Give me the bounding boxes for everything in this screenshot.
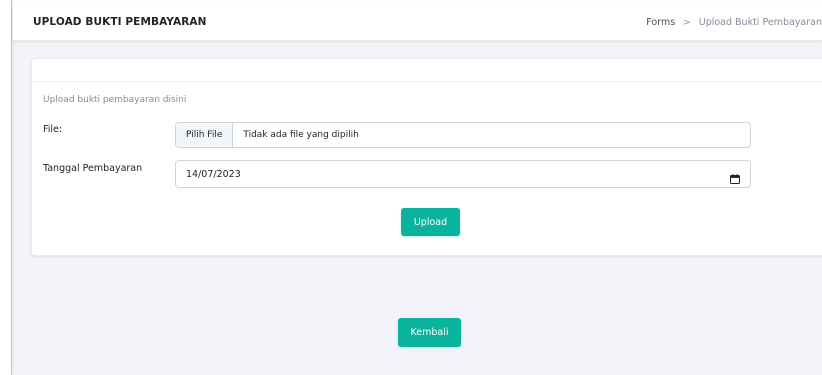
file-label: File: bbox=[43, 124, 63, 135]
upload-button[interactable]: Upload bbox=[401, 208, 460, 236]
breadcrumb-current: Upload Bukti Pembayaran bbox=[698, 17, 822, 28]
calendar-icon[interactable] bbox=[730, 169, 740, 184]
back-button[interactable]: Kembali bbox=[398, 318, 461, 347]
breadcrumb: Forms > Upload Bukti Pembayaran bbox=[646, 17, 822, 28]
page: UPLOAD BUKTI PEMBAYARAN Forms > Upload B… bbox=[0, 0, 822, 375]
page-header: UPLOAD BUKTI PEMBAYARAN Forms > Upload B… bbox=[13, 6, 822, 41]
breadcrumb-forms-link[interactable]: Forms bbox=[646, 17, 675, 28]
page-title: UPLOAD BUKTI PEMBAYARAN bbox=[33, 16, 207, 28]
payment-date-input[interactable]: 14/07/2023 bbox=[175, 160, 751, 188]
file-status-text: Tidak ada file yang dipilih bbox=[243, 130, 359, 140]
sidebar-edge bbox=[0, 0, 12, 375]
upload-card: Upload bukti pembayaran disini File: Pil… bbox=[31, 58, 822, 256]
payment-date-label: Tanggal Pembayaran bbox=[43, 163, 143, 174]
choose-file-button[interactable]: Pilih File bbox=[176, 123, 234, 147]
card-header bbox=[32, 59, 822, 82]
payment-date-value: 14/07/2023 bbox=[186, 168, 241, 180]
file-input[interactable]: Pilih File Tidak ada file yang dipilih bbox=[175, 122, 751, 148]
breadcrumb-separator: > bbox=[683, 17, 691, 28]
card-subtitle: Upload bukti pembayaran disini bbox=[43, 95, 187, 105]
